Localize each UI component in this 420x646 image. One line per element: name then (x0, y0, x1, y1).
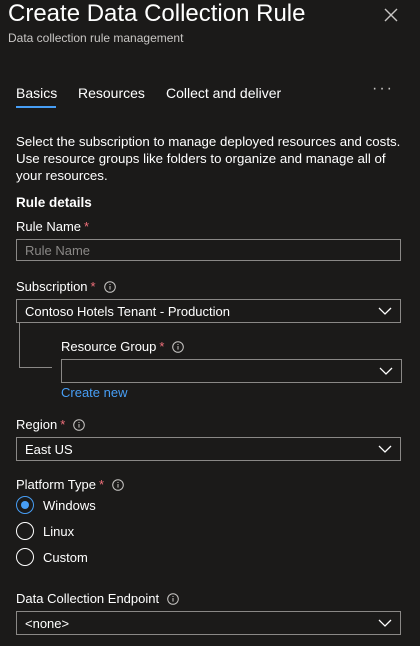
radio-option-windows[interactable]: Windows (16, 496, 96, 514)
more-tabs-button[interactable]: ··· (372, 80, 394, 98)
rule-name-label-text: Rule Name (16, 219, 82, 234)
subscription-value: Contoso Hotels Tenant - Production (25, 303, 230, 319)
info-icon[interactable] (112, 478, 124, 491)
chevron-down-icon (378, 306, 392, 316)
subscription-label: Subscription * (16, 279, 116, 294)
subscription-select[interactable]: Contoso Hotels Tenant - Production (16, 299, 401, 323)
radio-label: Custom (43, 549, 88, 565)
region-select[interactable]: East US (16, 437, 401, 461)
info-icon[interactable] (172, 340, 185, 353)
info-icon[interactable] (103, 280, 116, 293)
close-button[interactable] (380, 4, 402, 26)
resource-group-label-text: Resource Group (61, 339, 157, 354)
radio-dot (21, 501, 29, 509)
tab-collect-and-deliver[interactable]: Collect and deliver (166, 85, 281, 101)
radio-button[interactable] (16, 522, 34, 540)
resource-group-label: Resource Group * (61, 339, 185, 354)
resource-group-select[interactable] (61, 359, 402, 383)
tree-connector-vertical (19, 323, 20, 368)
rule-name-label: Rule Name * (16, 219, 89, 234)
radio-option-linux[interactable]: Linux (16, 522, 74, 540)
info-icon[interactable] (73, 418, 86, 431)
region-label: Region * (16, 417, 86, 432)
required-mark: * (159, 339, 165, 354)
tab-active-indicator (16, 106, 56, 108)
required-mark: * (84, 219, 90, 234)
rule-name-input[interactable] (17, 240, 400, 260)
page-title: Create Data Collection Rule (8, 0, 306, 27)
required-mark: * (98, 477, 105, 492)
section-title-rule-details: Rule details (16, 195, 92, 210)
radio-label: Windows (43, 497, 96, 513)
radio-button-checked[interactable] (16, 496, 34, 514)
info-icon[interactable] (167, 592, 179, 605)
rule-name-field-wrapper (16, 239, 401, 261)
required-mark: * (90, 279, 96, 294)
region-label-text: Region (16, 417, 58, 432)
radio-button[interactable] (16, 548, 34, 566)
subscription-label-text: Subscription (16, 279, 88, 294)
chevron-down-icon (378, 618, 392, 628)
platform-type-label: Platform Type * (16, 477, 124, 492)
chevron-down-icon (379, 366, 393, 376)
chevron-down-icon (378, 444, 392, 454)
region-value: East US (25, 441, 73, 457)
tab-resources[interactable]: Resources (78, 85, 145, 101)
close-icon (384, 8, 398, 22)
endpoint-value: <none> (25, 615, 70, 631)
radio-label: Linux (43, 523, 75, 539)
endpoint-label-text: Data Collection Endpoint (16, 591, 160, 606)
endpoint-label: Data Collection Endpoint (16, 591, 179, 606)
endpoint-select[interactable]: <none> (16, 611, 401, 635)
radio-option-custom[interactable]: Custom (16, 548, 88, 566)
page-subtitle: Data collection rule management (8, 31, 184, 45)
description-text: Select the subscription to manage deploy… (16, 134, 401, 183)
platform-type-label-text: Platform Type (16, 477, 96, 492)
tab-basics[interactable]: Basics (16, 85, 57, 101)
required-mark: * (60, 417, 66, 432)
tree-connector-horizontal (19, 367, 52, 368)
create-new-resource-group-link[interactable]: Create new (61, 385, 127, 400)
